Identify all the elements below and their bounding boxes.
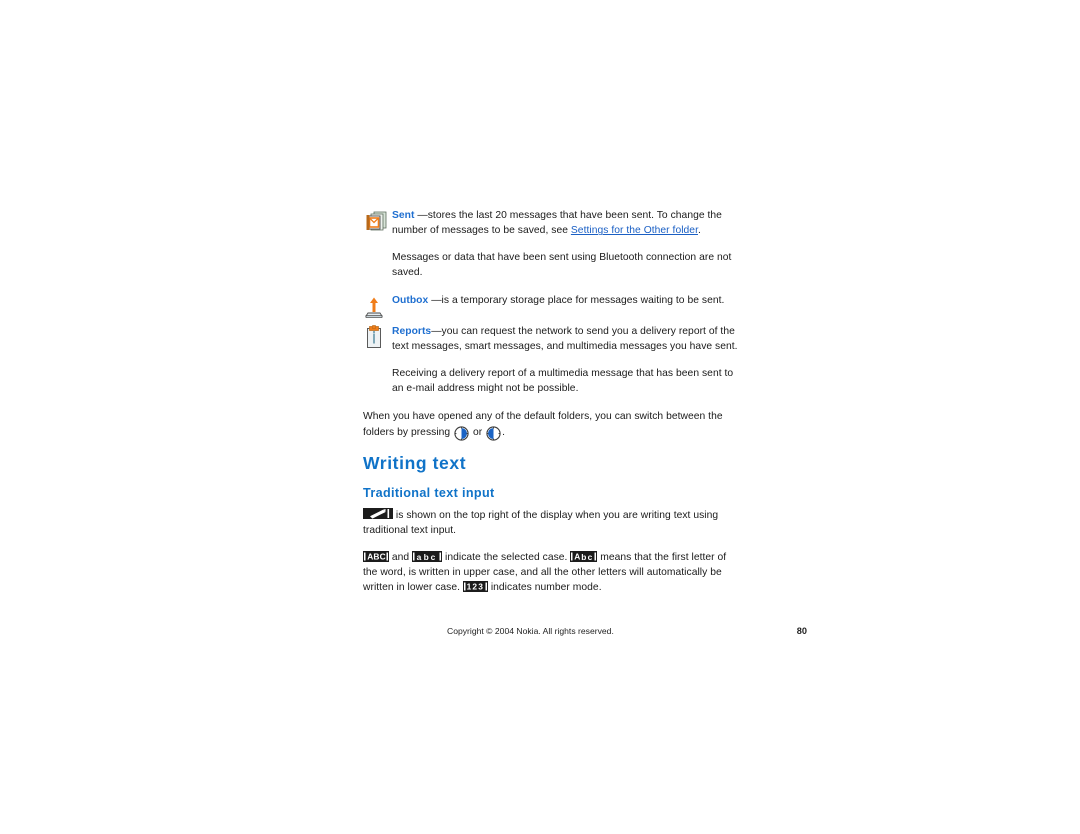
outbox-text: —is a temporary storage place for messag… [431,295,725,307]
traditional-input-paragraph: is shown on the top right of the display… [363,507,738,539]
traditional-input-text: is shown on the top right of the display… [363,509,719,537]
svg-text:B: B [373,551,379,561]
sent-bluetooth-note: Messages or data that have been sent usi… [392,251,732,278]
copyright-notice: Copyright © 2004 Nokia. All rights reser… [447,626,614,636]
abc-lowercase-indicator-icon: abc [412,550,443,562]
reports-email-note: Receiving a delivery report of a multime… [392,367,734,395]
number-mode-indicator-icon: 123 [462,581,488,593]
switch-text-part1: When you have opened any of the default … [363,411,723,438]
list-item: Outbox —is a temporary storage place for… [363,293,738,319]
svg-text:A: A [575,551,581,561]
reports-folder-icon [365,325,389,351]
document-page: Sent —stores the last 20 messages that h… [0,0,1080,834]
section-subtitle: Traditional text input [363,485,495,500]
sent-text-after-link: . [697,225,701,237]
list-item: Reports—you can request the network to s… [363,324,738,355]
traditional-input-pen-icon [363,507,393,519]
page-footer: Copyright © 2004 Nokia. All rights reser… [447,626,807,636]
abc-uppercase-indicator-icon: ABC [363,550,389,562]
list-item-body: Reports—you can request the network to s… [392,324,738,355]
case-indicators-paragraph: ABC and abc indicate the selected case. … [363,550,738,596]
switch-folders-paragraph: When you have opened any of the default … [363,409,738,443]
scroll-right-key-icon [453,426,470,443]
list-item-body: Outbox —is a temporary storage place for… [392,293,738,308]
page-content: Sent —stores the last 20 messages that h… [363,208,738,595]
page-number: 80 [796,626,807,636]
sent-folder-icon [365,209,389,235]
term-sent: Sent [392,210,415,221]
case-text-part2: indicate the selected case. [442,551,571,563]
outbox-folder-text: Outbox —is a temporary storage place for… [392,293,738,308]
term-reports: Reports [392,326,432,338]
abc-mixedcase-indicator-icon: Abc [570,550,598,562]
svg-text:b: b [582,551,587,561]
sent-folder-text: Sent —stores the last 20 messages that h… [392,208,738,239]
reports-folder-text: Reports—you can request the network to s… [392,324,738,355]
case-text-part1: and [389,551,413,563]
page-title: Writing text [363,452,467,473]
svg-text:A: A [367,551,373,561]
list-item: Sent —stores the last 20 messages that h… [363,208,738,239]
svg-text:1: 1 [467,582,472,592]
svg-text:3: 3 [478,582,483,592]
svg-text:C: C [380,551,386,561]
list-item-body: Sent —stores the last 20 messages that h… [392,208,738,239]
case-text-part4: indicates number mode. [487,582,602,594]
reports-text: —you can request the network to send you… [392,326,738,353]
svg-text:c: c [431,551,436,561]
term-outbox: Outbox [392,295,429,307]
svg-text:b: b [424,551,429,561]
scroll-left-key-icon [485,426,502,443]
switch-text-end: . [502,426,506,438]
svg-text:c: c [588,551,593,561]
svg-text:2: 2 [472,582,477,592]
settings-other-folder-link[interactable]: Settings for the Other folder [571,225,698,236]
svg-text:a: a [417,551,422,561]
switch-text-or: or [470,426,486,438]
outbox-folder-icon [365,294,389,320]
